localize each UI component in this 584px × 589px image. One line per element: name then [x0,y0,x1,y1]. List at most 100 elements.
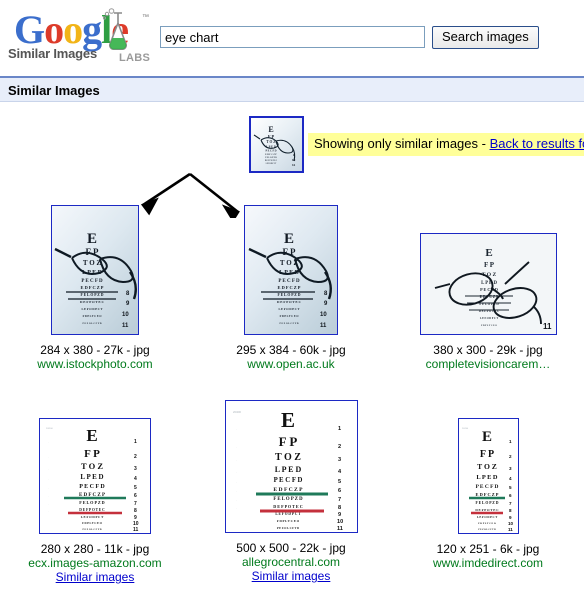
results-row-2: E F P T O Z L P E D P E C F D E D F C Z … [0,400,584,589]
similar-images-link-wrap: Similar images [196,569,386,584]
svg-text:F E L O P Z D: F E L O P Z D [79,500,104,505]
svg-text:1: 1 [338,426,341,432]
result-thumbnail-link[interactable]: E F P T O Z L P E D P E C F D E D F C Z … [224,400,358,533]
similar-images-notice: Showing only similar images - Back to re… [308,133,584,156]
search-input[interactable] [160,26,425,48]
svg-text:P E C F D: P E C F D [475,484,498,490]
svg-text:F D P L T C E O: F D P L T C E O [83,315,102,318]
svg-text:L E F O D P C T: L E F O D P C T [476,515,496,519]
svg-text:1: 1 [509,439,512,444]
results-row-1: E F P T O Z L P E D P E C F D E D F C Z … [0,205,584,380]
svg-text:E: E [284,231,294,247]
result-cell: E F P T O Z L P E D P E C F D E D F C Z … [0,205,190,371]
svg-text:10: 10 [292,158,296,162]
svg-text:F D P L T C E O: F D P L T C E O [478,522,496,525]
logo-letter-e: e [111,7,129,52]
svg-text:P E Z O L C F T D: P E Z O L C F T D [478,529,496,531]
svg-text:6: 6 [338,488,341,494]
svg-text:E D F C Z P: E D F C Z P [81,285,104,290]
svg-text:T O Z: T O Z [275,452,301,463]
svg-text:11: 11 [133,527,139,533]
result-thumbnail-link[interactable]: E F P T O Z L P E D P E C F D E D F C Z … [457,418,519,534]
svg-text:P E C F D: P E C F D [79,484,105,490]
svg-text:F D P L T C E O: F D P L T C E O [280,315,299,318]
svg-text:L P E D: L P E D [80,473,103,481]
back-to-results-link[interactable]: Back to results fo [490,136,584,151]
svg-text:F P: F P [278,434,297,449]
svg-text:7: 7 [134,501,137,507]
svg-text:3: 3 [134,466,137,472]
svg-text:8: 8 [134,508,137,514]
svg-text:P E C F D: P E C F D [273,477,302,484]
svg-text:T O Z: T O Z [477,462,497,471]
svg-text:D E F P O T E C: D E F P O T E C [80,300,105,304]
result-cell: E F P T O Z L P E D P E C F D E D F C Z … [0,400,190,585]
snellen-eye-chart: E F P T O Z L P E D P E C F D E D F C Z … [225,401,357,532]
svg-text:E D F C Z P: E D F C Z P [475,492,498,497]
svg-text:8: 8 [509,508,512,513]
result-thumbnail-link[interactable]: E F P T O Z L P E D P E C F D E D F C Z … [51,205,139,335]
page-header: Google ™ Similar Images LABS Search imag… [0,0,584,76]
result-site: allegrocentral.com [241,555,341,569]
svg-text:4: 4 [509,476,512,481]
svg-text:F P: F P [84,448,100,460]
svg-text:5: 5 [338,479,341,485]
svg-text:10: 10 [320,312,327,318]
result-site: www.istockphoto.com [37,357,153,371]
result-dimensions: 280 x 280 - 11k - jpg [40,542,150,556]
result-site: www.open.ac.uk [247,357,335,371]
result-site: www.imdedirect.com [432,556,544,570]
svg-text:E: E [485,247,492,259]
svg-text:F E L O P Z D: F E L O P Z D [80,293,103,297]
snellen-eye-chart: E F P T O Z L P E D P E C F D E D F C Z … [458,419,518,533]
svg-text:P E Z O L C F T D: P E Z O L C F T D [83,322,102,325]
svg-text:L P E D: L P E D [481,281,497,286]
svg-text:E: E [268,125,273,134]
svg-text:D E F P O T E C: D E F P O T E C [79,508,105,512]
svg-text:20/200: 20/200 [233,410,241,414]
svg-text:F E L O P Z D: F E L O P Z D [265,157,277,159]
svg-text:D E F P O T E C: D E F P O T E C [273,504,303,509]
svg-text:F P: F P [479,449,493,460]
svg-text:11: 11 [337,526,343,532]
svg-text:20/200: 20/200 [46,428,53,430]
svg-text:8: 8 [338,505,341,511]
svg-text:9: 9 [338,512,341,518]
result-cell: E F P T O Z L P E D P E C F D E D F C Z … [196,205,386,371]
svg-text:L P E D: L P E D [476,474,498,481]
svg-text:P E C F D: P E C F D [266,150,277,153]
svg-text:7: 7 [509,501,512,506]
svg-text:6: 6 [134,493,137,499]
svg-text:P E Z O L C F T D: P E Z O L C F T D [280,322,299,325]
svg-text:11: 11 [122,323,129,329]
svg-text:F P: F P [483,261,494,269]
similar-images-link[interactable]: Similar images [56,570,135,584]
svg-text:P E Z O L C F T D: P E Z O L C F T D [276,527,298,530]
result-thumbnail-link[interactable]: E F P T O Z L P E D P E C F D E D F C Z … [244,205,338,335]
result-dimensions: 284 x 380 - 27k - jpg [40,343,150,357]
svg-text:1: 1 [134,439,137,445]
result-cell: E F P T O Z L P E D P E C F D E D F C Z … [392,400,584,570]
similar-images-link[interactable]: Similar images [252,569,331,583]
seed-image-thumbnail[interactable]: E F P T O Z L P E D P E C F D E D F C Z … [249,116,304,173]
result-dimensions: 120 x 251 - 6k - jpg [436,542,540,556]
search-images-button[interactable]: Search images [432,26,539,49]
result-thumbnail-link[interactable]: E F P T O Z L P E D P E C F D E D F C Z … [39,418,151,534]
result-thumbnail-link[interactable]: E F P T O Z L P E D P E C F D E D F C Z … [419,233,557,335]
svg-text:P E C F D: P E C F D [81,279,103,284]
svg-text:L E F O D P C T: L E F O D P C T [81,307,102,311]
svg-text:D E F P O T E C: D E F P O T E C [475,508,499,512]
svg-text:P E Z O L C F T D: P E Z O L C F T D [83,528,102,531]
logo-letter-l: l [101,7,112,52]
svg-text:3: 3 [338,457,341,463]
svg-text:E D F C Z P: E D F C Z P [265,154,277,156]
svg-text:20/200: 20/200 [462,428,469,430]
google-similar-images-logo[interactable]: Google ™ Similar Images LABS [6,6,158,68]
svg-text:5: 5 [134,485,137,491]
result-site: completevisioncarem… [425,357,551,371]
svg-text:P E C F D: P E C F D [278,279,300,284]
svg-text:2: 2 [134,454,137,460]
svg-text:10: 10 [508,521,514,526]
svg-text:E: E [86,426,97,445]
result-cell: E F P T O Z L P E D P E C F D E D F C Z … [392,205,584,371]
